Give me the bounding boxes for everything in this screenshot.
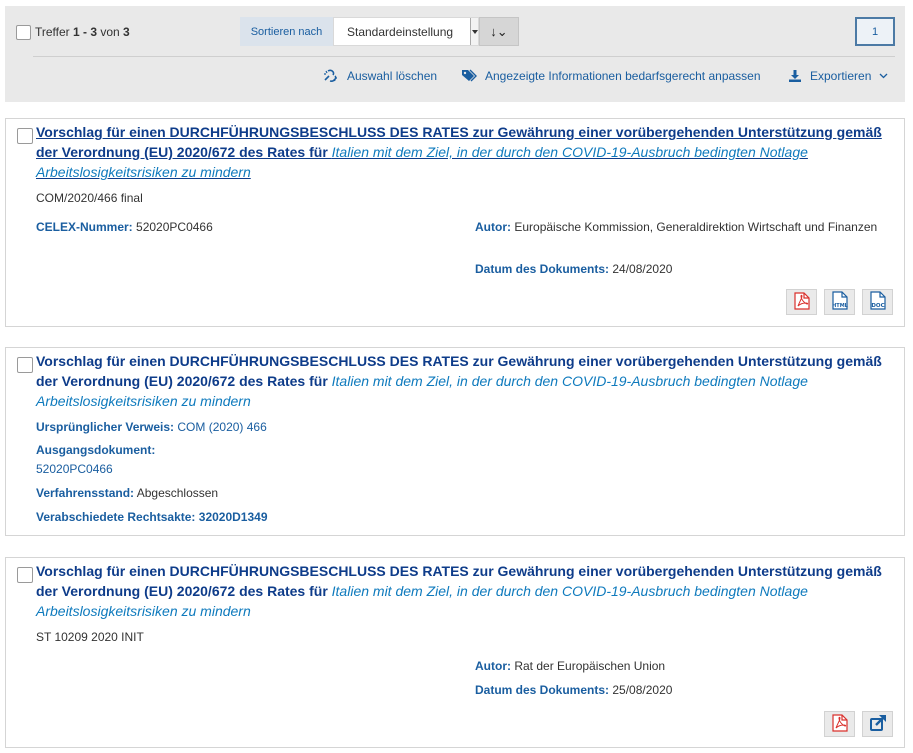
customize-info-label: Angezeigte Informationen bedarfsgerecht … (485, 69, 761, 83)
hits-prefix: Treffer (35, 25, 74, 39)
hits-range: 1 - 3 (73, 25, 98, 39)
svg-text:DOC: DOC (871, 303, 884, 309)
adopted-acts-field: Verabschiedete Rechtsakte: 32020D1349 (36, 510, 268, 524)
export-button[interactable]: Exportieren (788, 69, 888, 83)
author-label: Autor: (475, 659, 511, 673)
html-icon: HTML (831, 291, 849, 313)
tags-icon (461, 69, 477, 83)
author-field: Autor: Rat der Europäischen Union (475, 657, 895, 675)
result-title-link[interactable]: Vorschlag für einen DURCHFÜHRUNGSBESCHLU… (36, 122, 886, 182)
result-checkbox[interactable] (17, 128, 33, 144)
procedure-status-field: Verfahrensstand: Abgeschlossen (36, 486, 218, 500)
date-label: Datum des Dokuments: (475, 262, 610, 276)
original-reference-label: Ursprünglicher Verweis: (36, 420, 175, 434)
sort-direction-button[interactable]: ↓⌄ (479, 17, 519, 46)
celex-field: CELEX-Nummer: 52020PC0466 (36, 220, 213, 234)
sort-select-value: Standardeinstellung (347, 24, 454, 39)
toolbar-divider (33, 56, 895, 57)
download-icon (788, 69, 802, 83)
unlink-icon (323, 69, 339, 83)
external-link-icon (869, 714, 887, 735)
result-reference: ST 10209 2020 INIT (36, 630, 144, 644)
result-checkbox[interactable] (17, 357, 33, 373)
celex-value: 52020PC0466 (136, 220, 213, 234)
pdf-icon (831, 713, 848, 735)
date-field: Datum des Dokuments: 25/08/2020 (475, 681, 895, 699)
sort-select[interactable]: Standardeinstellung (333, 17, 479, 46)
select-all-checkbox[interactable] (16, 25, 31, 40)
procedure-status-value: Abgeschlossen (136, 486, 219, 500)
external-link-button[interactable] (862, 711, 893, 737)
result-item: Vorschlag für einen DURCHFÜHRUNGSBESCHLU… (5, 118, 905, 327)
author-label: Autor: (475, 220, 511, 234)
original-reference-field: Ursprünglicher Verweis: COM (2020) 466 (36, 420, 267, 434)
adopted-acts-label: Verabschiedete Rechtsakte: (36, 510, 196, 524)
page-number-input[interactable]: 1 (855, 17, 895, 46)
result-title: Vorschlag für einen DURCHFÜHRUNGSBESCHLU… (36, 351, 886, 411)
result-reference: COM/2020/466 final (36, 191, 143, 205)
author-field: Autor: Europäische Kommission, Generaldi… (475, 218, 895, 236)
hits-count: Treffer 1 - 3 von 3 (35, 25, 130, 39)
hits-of: von (97, 25, 124, 39)
adopted-acts-link[interactable]: 32020D1349 (199, 510, 268, 524)
doc-download-button[interactable]: DOC (862, 289, 893, 315)
chevron-down-icon (879, 73, 888, 79)
result-item: Vorschlag für einen DURCHFÜHRUNGSBESCHLU… (5, 557, 905, 748)
svg-text:HTML: HTML (832, 303, 849, 309)
date-label: Datum des Dokuments: (475, 683, 610, 697)
date-value: 25/08/2020 (612, 683, 673, 697)
pdf-download-button[interactable] (824, 711, 855, 737)
dropdown-arrow-icon (470, 18, 478, 45)
celex-label: CELEX-Nummer: (36, 220, 133, 234)
clear-selection-label: Auswahl löschen (347, 69, 438, 83)
source-document-link[interactable]: 52020PC0466 (36, 462, 113, 476)
result-item: Vorschlag für einen DURCHFÜHRUNGSBESCHLU… (5, 347, 905, 536)
doc-icon: DOC (869, 291, 887, 313)
date-value: 24/08/2020 (612, 262, 673, 276)
sort-direction-icon: ↓⌄ (490, 23, 508, 39)
export-label: Exportieren (810, 69, 872, 83)
pdf-icon (793, 291, 810, 313)
procedure-status-label: Verfahrensstand: (36, 486, 135, 500)
customize-info-button[interactable]: Angezeigte Informationen bedarfsgerecht … (461, 69, 761, 83)
hits-total: 3 (123, 25, 130, 39)
date-field: Datum des Dokuments: 24/08/2020 (475, 260, 895, 278)
results-toolbar: Treffer 1 - 3 von 3 Sortieren nach Stand… (5, 6, 905, 102)
result-checkbox[interactable] (17, 567, 33, 583)
clear-selection-button[interactable]: Auswahl löschen (323, 69, 437, 83)
html-download-button[interactable]: HTML (824, 289, 855, 315)
pdf-download-button[interactable] (786, 289, 817, 315)
author-value: Rat der Europäischen Union (514, 659, 666, 673)
result-title: Vorschlag für einen DURCHFÜHRUNGSBESCHLU… (36, 561, 886, 621)
source-document-label: Ausgangsdokument: (36, 443, 156, 457)
author-value: Europäische Kommission, Generaldirektion… (514, 220, 878, 234)
sort-label: Sortieren nach (240, 17, 333, 46)
original-reference-link[interactable]: COM (2020) 466 (177, 420, 266, 434)
